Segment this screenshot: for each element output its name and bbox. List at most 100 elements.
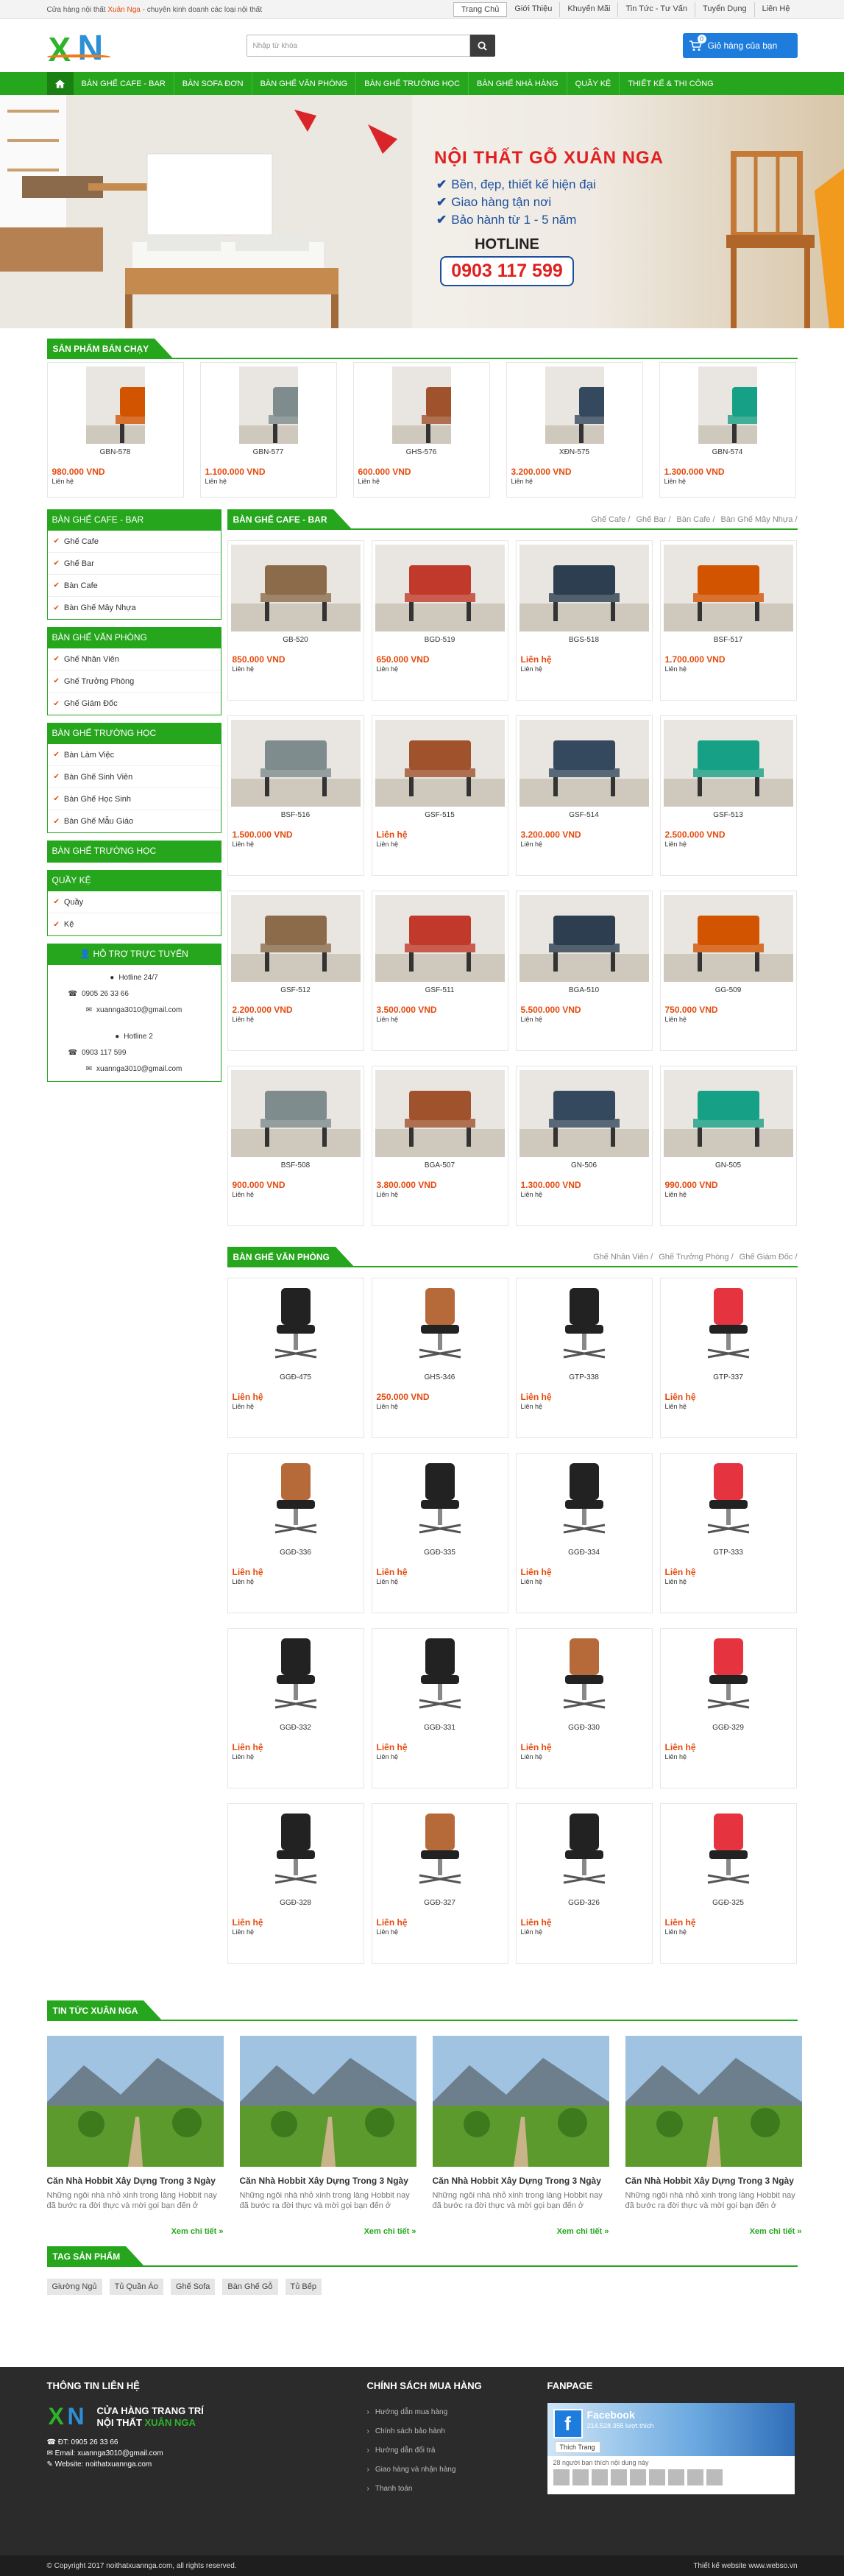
footer-email[interactable]: ✉ Email: xuannga3010@gmail.com bbox=[47, 2448, 367, 2459]
product-card[interactable]: BGD-519 650.000 VND Liên hệ bbox=[371, 540, 508, 701]
category-link[interactable]: Ghế Trưởng Phòng / bbox=[659, 1253, 733, 1262]
nav-school[interactable]: BÀN GHẾ TRƯỜNG HỌC bbox=[356, 72, 469, 95]
sidebar-title[interactable]: BÀN GHẾ VĂN PHÒNG bbox=[47, 628, 221, 648]
product-image[interactable] bbox=[698, 367, 757, 444]
policy-link[interactable]: › Hướng dẫn đổi trả bbox=[367, 2441, 547, 2460]
news-more-link[interactable]: Xem chi tiết » bbox=[433, 2227, 609, 2236]
product-code[interactable]: GSF-511 bbox=[372, 986, 508, 994]
product-card[interactable]: BSF-517 1.700.000 VND Liên hệ bbox=[659, 540, 797, 701]
product-image[interactable] bbox=[375, 1457, 505, 1544]
product-image[interactable] bbox=[230, 545, 361, 631]
news-image[interactable] bbox=[239, 2036, 416, 2167]
policy-link[interactable]: › Giao hàng và nhận hàng bbox=[367, 2460, 547, 2480]
sidebar-item[interactable]: ✔ Ghế Giám Đốc bbox=[48, 693, 221, 715]
sidebar-item[interactable]: ✔ Ghế Nhân Viên bbox=[47, 648, 221, 670]
product-code[interactable]: GBN-578 bbox=[48, 448, 183, 456]
news-title[interactable]: Căn Nhà Hobbit Xây Dựng Trong 3 Ngày bbox=[47, 2176, 224, 2186]
product-code[interactable]: GSF-512 bbox=[228, 986, 364, 994]
product-card[interactable]: GGĐ-325 Liên hệ Liên hệ bbox=[659, 1803, 797, 1964]
news-title[interactable]: Căn Nhà Hobbit Xây Dựng Trong 3 Ngày bbox=[625, 2176, 802, 2186]
product-card[interactable]: GB-520 850.000 VND Liên hệ bbox=[227, 540, 364, 701]
product-card[interactable]: GTP-333 Liên hệ Liên hệ bbox=[659, 1453, 797, 1613]
product-image[interactable] bbox=[85, 367, 145, 444]
product-code[interactable]: GHS-346 bbox=[372, 1373, 508, 1381]
product-card[interactable]: GSF-513 2.500.000 VND Liên hệ bbox=[659, 715, 797, 876]
category-link[interactable]: Bàn Ghế Mây Nhựa / bbox=[721, 515, 798, 524]
product-image[interactable] bbox=[519, 1808, 649, 1894]
product-card[interactable]: GHS-576 600.000 VND Liên hệ bbox=[352, 362, 490, 498]
product-code[interactable]: GGĐ-326 bbox=[517, 1899, 652, 1907]
sidebar-item[interactable]: ✔ Bàn Cafe bbox=[47, 575, 221, 597]
nav-cafe-bar[interactable]: BÀN GHẾ CAFE - BAR bbox=[74, 72, 174, 95]
support-email-1[interactable]: xuannga3010@gmail.com bbox=[96, 1006, 182, 1014]
news-more-link[interactable]: Xem chi tiết » bbox=[47, 2227, 224, 2236]
policy-link[interactable]: › Hướng dẫn mua hàng bbox=[367, 2403, 547, 2422]
product-image[interactable] bbox=[230, 1808, 361, 1894]
product-code[interactable]: GGĐ-336 bbox=[228, 1549, 364, 1557]
category-link[interactable]: Bàn Cafe / bbox=[677, 515, 715, 524]
product-image[interactable] bbox=[545, 367, 604, 444]
product-image[interactable] bbox=[375, 1808, 505, 1894]
sidebar-item[interactable]: ✔ Ghế Bar bbox=[47, 553, 221, 575]
product-image[interactable] bbox=[519, 1282, 649, 1369]
support-phone-1[interactable]: 0905 26 33 66 bbox=[82, 990, 129, 998]
product-card[interactable]: GSF-514 3.200.000 VND Liên hệ bbox=[515, 715, 653, 876]
nav-design[interactable]: THIẾT KẾ & THI CÔNG bbox=[620, 72, 721, 95]
footer-website[interactable]: ✎ Website: noithatxuannga.com bbox=[47, 2459, 367, 2470]
top-link-promo[interactable]: Khuyến Mãi bbox=[560, 2, 619, 17]
facebook-widget[interactable]: f Facebook 214.528.355 lượt thích Thích … bbox=[547, 2403, 795, 2494]
product-card[interactable]: GN-505 990.000 VND Liên hệ bbox=[659, 1066, 797, 1226]
product-image[interactable] bbox=[519, 1070, 649, 1157]
news-more-link[interactable]: Xem chi tiết » bbox=[240, 2227, 416, 2236]
sidebar-title[interactable]: QUẦY KỆ bbox=[47, 871, 221, 891]
sidebar-item[interactable]: ✔ Bàn Làm Việc bbox=[47, 744, 221, 766]
sidebar-item[interactable]: ✔ Bàn Ghế Học Sinh bbox=[47, 788, 221, 810]
product-code[interactable]: BGD-519 bbox=[372, 636, 508, 644]
product-image[interactable] bbox=[663, 1457, 793, 1544]
top-link-news[interactable]: Tin Tức - Tư Vấn bbox=[618, 2, 696, 17]
product-image[interactable] bbox=[391, 367, 451, 444]
product-image[interactable] bbox=[663, 1808, 793, 1894]
product-image[interactable] bbox=[230, 1632, 361, 1719]
nav-office[interactable]: BÀN GHẾ VĂN PHÒNG bbox=[252, 72, 357, 95]
product-image[interactable] bbox=[375, 895, 505, 982]
support-phone-2[interactable]: 0903 117 599 bbox=[82, 1049, 126, 1057]
product-card[interactable]: BSF-516 1.500.000 VND Liên hệ bbox=[227, 715, 364, 876]
product-code[interactable]: GGĐ-332 bbox=[228, 1724, 364, 1732]
product-image[interactable] bbox=[230, 720, 361, 807]
fb-page-name[interactable]: Facebook bbox=[587, 2409, 635, 2421]
tag-chip[interactable]: Ghế Sofa bbox=[170, 2279, 216, 2295]
product-image[interactable] bbox=[230, 895, 361, 982]
product-card[interactable]: BSF-508 900.000 VND Liên hệ bbox=[227, 1066, 364, 1226]
product-image[interactable] bbox=[375, 1632, 505, 1719]
product-card[interactable]: GBN-577 1.100.000 VND Liên hệ bbox=[199, 362, 337, 498]
product-card[interactable]: GGĐ-328 Liên hệ Liên hệ bbox=[227, 1803, 364, 1964]
nav-restaurant[interactable]: BÀN GHẾ NHÀ HÀNG bbox=[469, 72, 567, 95]
search-input[interactable]: Nhập từ khóa bbox=[246, 35, 470, 57]
product-image[interactable] bbox=[230, 1282, 361, 1369]
top-link-jobs[interactable]: Tuyển Dụng bbox=[695, 2, 755, 17]
product-card[interactable]: GSF-515 Liên hệ Liên hệ bbox=[371, 715, 508, 876]
category-link[interactable]: Ghế Cafe / bbox=[591, 515, 630, 524]
product-image[interactable] bbox=[238, 367, 298, 444]
credit-link[interactable]: Thiết kế website www.webso.vn bbox=[693, 2562, 797, 2570]
product-code[interactable]: GGĐ-329 bbox=[661, 1724, 796, 1732]
top-link-about[interactable]: Giới Thiệu bbox=[507, 2, 561, 17]
product-card[interactable]: GGĐ-326 Liên hệ Liên hệ bbox=[515, 1803, 653, 1964]
product-code[interactable]: BSF-517 bbox=[661, 636, 796, 644]
product-image[interactable] bbox=[519, 545, 649, 631]
product-code[interactable]: GB-520 bbox=[228, 636, 364, 644]
product-code[interactable]: GN-505 bbox=[661, 1161, 796, 1170]
product-card[interactable]: GSF-511 3.500.000 VND Liên hệ bbox=[371, 891, 508, 1051]
product-code[interactable]: GG-509 bbox=[661, 986, 796, 994]
product-card[interactable]: GGĐ-475 Liên hệ Liên hệ bbox=[227, 1278, 364, 1438]
product-card[interactable]: GSF-512 2.200.000 VND Liên hệ bbox=[227, 891, 364, 1051]
category-link[interactable]: Ghế Nhân Viên / bbox=[593, 1253, 653, 1262]
product-card[interactable]: GHS-346 250.000 VND Liên hệ bbox=[371, 1278, 508, 1438]
product-code[interactable]: GN-506 bbox=[517, 1161, 652, 1170]
hero-banner[interactable]: NỘI THẤT GỖ XUÂN NGA ✔ Bền, đẹp, thiết kế… bbox=[0, 95, 844, 328]
product-image[interactable] bbox=[230, 1070, 361, 1157]
news-title[interactable]: Căn Nhà Hobbit Xây Dựng Trong 3 Ngày bbox=[240, 2176, 416, 2186]
sidebar-title[interactable]: BÀN GHẾ CAFE - BAR bbox=[47, 510, 221, 531]
product-image[interactable] bbox=[230, 1457, 361, 1544]
